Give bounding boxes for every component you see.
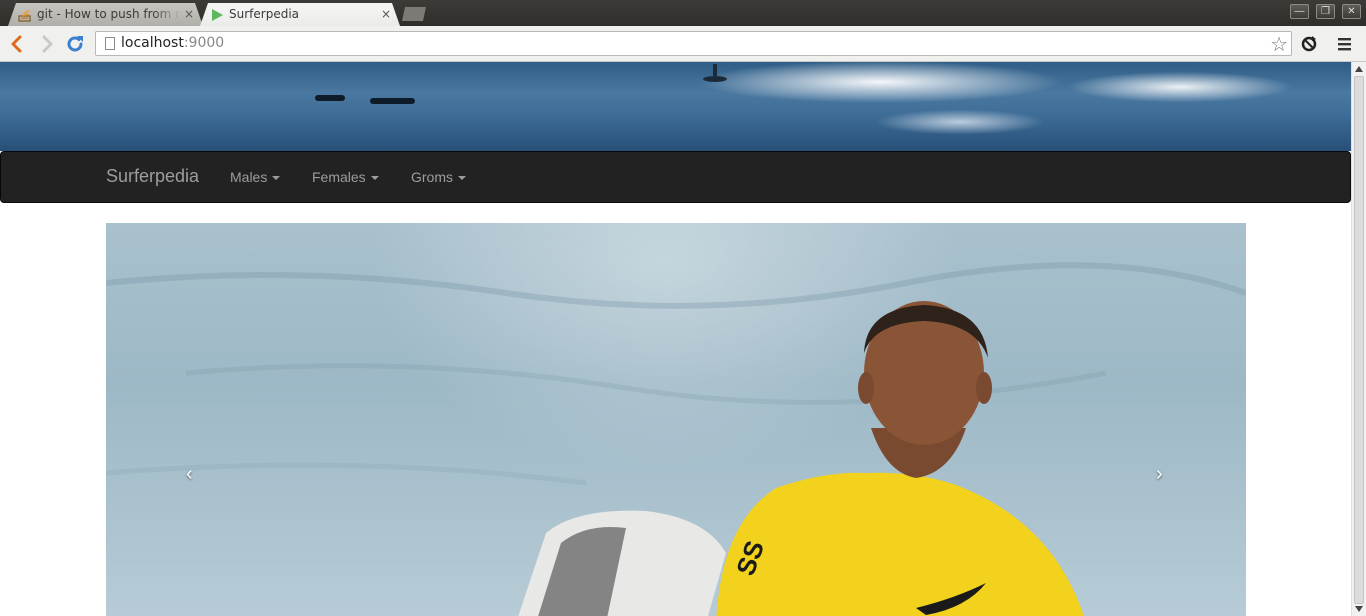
tab-title: git - How to push from my xyxy=(37,7,181,21)
minimize-button[interactable]: — xyxy=(1290,4,1309,19)
play-icon xyxy=(210,8,224,22)
tab-strip: git - How to push from my × Surferpedia … xyxy=(0,0,1366,26)
site-brand[interactable]: Surferpedia xyxy=(106,166,199,187)
tab-title: Surferpedia xyxy=(229,7,300,21)
minimize-icon: — xyxy=(1294,6,1305,17)
menu-icon[interactable] xyxy=(1334,33,1356,55)
carousel-next-icon[interactable]: › xyxy=(1156,463,1163,486)
surfer-carousel: SS ‹ › xyxy=(106,223,1246,616)
stackoverflow-icon xyxy=(18,8,32,22)
scrollbar-thumb[interactable] xyxy=(1354,76,1364,604)
bookmark-star-icon[interactable]: ☆ xyxy=(1270,32,1288,57)
close-icon: ✕ xyxy=(1347,6,1356,17)
back-icon[interactable] xyxy=(6,33,28,55)
surf-banner-image xyxy=(0,62,1351,151)
restore-icon: ❐ xyxy=(1321,6,1330,17)
new-tab-button[interactable] xyxy=(402,7,426,21)
restore-button[interactable]: ❐ xyxy=(1316,4,1335,19)
url-text: localhost:9000 xyxy=(121,35,225,51)
caret-down-icon xyxy=(272,176,281,181)
reload-icon[interactable] xyxy=(64,33,86,55)
scroll-up-icon[interactable] xyxy=(1355,66,1363,72)
page-viewport: Surferpedia Males Females Groms SS ‹ › xyxy=(0,62,1351,616)
page-icon xyxy=(105,37,115,50)
surfer-photo: SS xyxy=(106,262,1246,616)
nav-dropdown-males[interactable]: Males xyxy=(230,169,281,185)
page-scrollbar[interactable] xyxy=(1351,62,1366,616)
nav-dropdown-females[interactable]: Females xyxy=(312,169,379,185)
tab-close-icon[interactable]: × xyxy=(381,3,391,26)
forward-icon[interactable] xyxy=(36,33,58,55)
sync-extension-icon[interactable] xyxy=(1298,33,1320,55)
site-navbar: Surferpedia Males Females Groms xyxy=(0,151,1351,203)
close-window-button[interactable]: ✕ xyxy=(1342,4,1361,19)
tab-close-icon[interactable]: × xyxy=(184,3,194,26)
browser-toolbar: localhost:9000 ☆ xyxy=(0,26,1366,62)
carousel-prev-icon[interactable]: ‹ xyxy=(186,463,193,486)
tab-git-question[interactable]: git - How to push from my × xyxy=(8,3,203,26)
caret-down-icon xyxy=(458,176,466,181)
tab-surferpedia[interactable]: Surferpedia × xyxy=(200,3,400,26)
scroll-down-icon[interactable] xyxy=(1355,606,1363,612)
caret-down-icon xyxy=(370,176,379,181)
address-bar[interactable]: localhost:9000 ☆ xyxy=(95,31,1292,56)
nav-dropdown-groms[interactable]: Groms xyxy=(411,169,466,185)
